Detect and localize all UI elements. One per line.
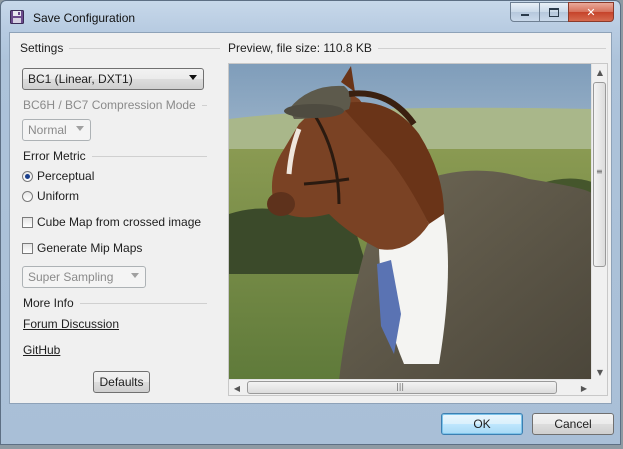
radio-unchecked-icon [22, 190, 33, 202]
generate-mip-maps-checkbox[interactable]: Generate Mip Maps [22, 241, 142, 255]
scroll-right-icon[interactable]: ▶ [576, 380, 592, 395]
scroll-corner [591, 379, 607, 395]
error-metric-header: Error Metric [23, 149, 207, 163]
sampling-select[interactable]: Super Sampling [22, 266, 146, 288]
close-button[interactable]: ✕ [568, 2, 614, 22]
title-bar[interactable]: Save Configuration ✕ [1, 1, 620, 33]
ok-button[interactable]: OK [441, 413, 523, 435]
cancel-button[interactable]: Cancel [532, 413, 614, 435]
preview-image[interactable] [229, 64, 592, 380]
scroll-up-icon[interactable]: ▲ [592, 64, 607, 80]
defaults-button[interactable]: Defaults [93, 371, 150, 393]
github-link[interactable]: GitHub [23, 343, 60, 357]
dialog-client-area: Settings BC1 (Linear, DXT1) BC6H / BC7 C… [9, 32, 612, 404]
maximize-button[interactable] [539, 2, 569, 22]
forum-discussion-link[interactable]: Forum Discussion [23, 317, 119, 331]
compression-mode-select[interactable]: Normal [22, 119, 91, 141]
compression-mode-value: Normal [28, 123, 67, 137]
preview-panel: ▲ ≡ ▼ ◀ ||| ▶ [228, 63, 608, 396]
more-info-header: More Info [23, 296, 207, 310]
save-configuration-window: Save Configuration ✕ Settings BC1 (Linea… [0, 0, 621, 445]
chevron-down-icon [131, 273, 139, 278]
chevron-down-icon [76, 126, 84, 131]
grip-icon: ||| [396, 382, 405, 391]
compression-mode-header: BC6H / BC7 Compression Mode [23, 98, 207, 112]
format-select-value: BC1 (Linear, DXT1) [28, 72, 133, 86]
settings-header: Settings [20, 41, 220, 55]
cube-map-checkbox[interactable]: Cube Map from crossed image [22, 215, 201, 229]
grip-icon: ≡ [596, 167, 603, 176]
chevron-down-icon [189, 75, 197, 80]
sampling-select-value: Super Sampling [28, 270, 114, 284]
preview-header: Preview, file size: 110.8 KB [228, 41, 606, 55]
horizontal-scrollbar[interactable]: ◀ ||| ▶ [229, 379, 592, 395]
radio-checked-icon [22, 170, 33, 182]
error-metric-uniform-radio[interactable]: Uniform [22, 189, 79, 203]
format-select[interactable]: BC1 (Linear, DXT1) [22, 68, 204, 90]
horse-in-suit-image [229, 64, 592, 380]
window-title: Save Configuration [33, 11, 136, 25]
scroll-down-icon[interactable]: ▼ [592, 364, 607, 380]
minimize-button[interactable] [510, 2, 540, 22]
maximize-icon [549, 7, 559, 17]
horizontal-scroll-thumb[interactable]: ||| [247, 381, 557, 394]
error-metric-perceptual-radio[interactable]: Perceptual [22, 169, 94, 183]
vertical-scroll-thumb[interactable]: ≡ [593, 82, 606, 267]
checkbox-icon [22, 242, 33, 254]
checkbox-icon [22, 216, 33, 228]
close-icon: ✕ [586, 5, 596, 19]
vertical-scrollbar[interactable]: ▲ ≡ ▼ [591, 64, 607, 380]
floppy-disk-icon [10, 10, 24, 24]
minimize-icon [521, 14, 529, 16]
scroll-left-icon[interactable]: ◀ [229, 380, 245, 395]
